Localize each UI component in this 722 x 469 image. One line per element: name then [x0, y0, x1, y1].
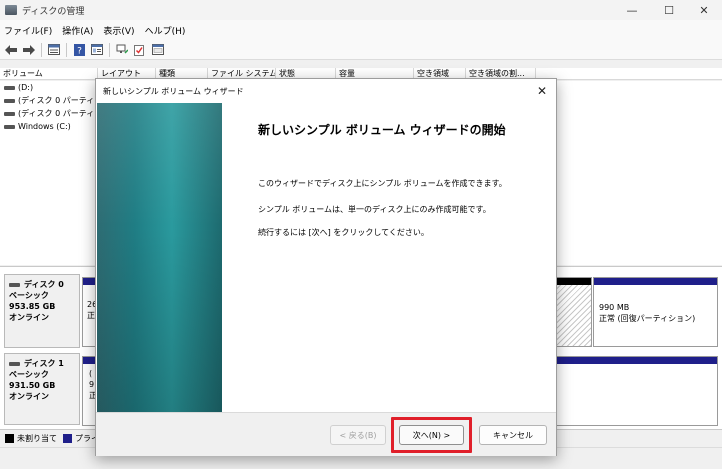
toolbar-separator: [66, 42, 67, 57]
partition-bar: [557, 278, 591, 285]
partition-bar: [557, 357, 717, 364]
disk-management-icon: [5, 5, 17, 15]
disk-0-name: ディスク 0: [24, 280, 64, 289]
disk-0-hatched-partition[interactable]: [556, 277, 592, 347]
close-button[interactable]: ✕: [686, 0, 722, 20]
primary-partition-swatch: [63, 434, 72, 443]
wizard-footer: < 戻る(B) 次へ(N) > キャンセル: [96, 412, 556, 456]
legend-unallocated: 未割り当て: [17, 434, 57, 443]
drive-icon: [4, 111, 15, 116]
disk-1-status: オンライン: [9, 392, 49, 401]
toolbar-separator: [41, 42, 42, 57]
wizard-paragraph-3: 続行するには [次へ] をクリックしてください。: [258, 228, 429, 237]
drive-icon: [4, 98, 15, 103]
wizard-close-button[interactable]: ✕: [532, 81, 552, 101]
cancel-button[interactable]: キャンセル: [479, 425, 547, 445]
wizard-paragraph-1: このウィザードでディスク上にシンプル ボリュームを作成できます。: [258, 179, 507, 188]
drive-icon: [4, 124, 15, 129]
minimize-button[interactable]: —: [614, 0, 650, 20]
back-icon[interactable]: [4, 43, 18, 57]
disk-icon: [9, 282, 20, 287]
next-button[interactable]: 次へ(N) >: [399, 425, 464, 445]
connect-icon[interactable]: [115, 43, 129, 57]
list-view-icon[interactable]: [47, 43, 61, 57]
toolbar: ?: [0, 40, 722, 60]
menu-bar: ファイル(F) 操作(A) 表示(V) ヘルプ(H): [0, 20, 722, 40]
toolbar-separator: [109, 42, 110, 57]
wizard-heading: 新しいシンプル ボリューム ウィザードの開始: [258, 123, 506, 137]
disk-0-type: ベーシック: [9, 291, 49, 300]
check-icon[interactable]: [133, 43, 147, 57]
disk-0-status: オンライン: [9, 313, 49, 322]
menu-view[interactable]: 表示(V): [103, 24, 134, 37]
recovery-status: 正常 (回復パーティション): [599, 314, 696, 323]
back-button[interactable]: < 戻る(B): [330, 425, 386, 445]
disk-0-size: 953.85 GB: [9, 302, 56, 311]
disk-icon: [9, 361, 20, 366]
partition-text: 正: [87, 311, 95, 320]
maximize-button[interactable]: ☐: [651, 0, 687, 20]
volume-name: Windows (C:): [18, 122, 71, 131]
disk-0-recovery-partition[interactable]: 990 MB 正常 (回復パーティション): [593, 277, 718, 347]
window-title: ディスクの管理: [22, 6, 85, 17]
disk-0-label[interactable]: ディスク 0 ベーシック 953.85 GB オンライン: [4, 274, 80, 348]
menu-file[interactable]: ファイル(F): [4, 24, 52, 37]
unallocated-swatch: [5, 434, 14, 443]
partition-bar: [594, 278, 717, 285]
wizard-title: 新しいシンプル ボリューム ウィザード: [103, 86, 244, 96]
disk-1-size: 931.50 GB: [9, 381, 56, 390]
help-icon[interactable]: ?: [72, 43, 86, 57]
recovery-size: 990 MB: [599, 303, 630, 312]
disk-1-name: ディスク 1: [24, 359, 64, 368]
volume-name: (D:): [18, 83, 34, 92]
forward-icon[interactable]: [22, 43, 36, 57]
disk-1-label[interactable]: ディスク 1 ベーシック 931.50 GB オンライン: [4, 353, 80, 425]
wizard-titlebar: 新しいシンプル ボリューム ウィザード: [96, 79, 556, 103]
wizard-paragraph-2: シンプル ボリュームは、単一のディスク上にのみ作成可能です。: [258, 205, 491, 214]
menu-action[interactable]: 操作(A): [62, 24, 93, 37]
partition-text: 26: [87, 300, 98, 309]
properties-icon[interactable]: [90, 43, 104, 57]
wizard-content: 新しいシンプル ボリューム ウィザードの開始 このウィザードでディスク上にシンプ…: [222, 103, 556, 412]
disk-1-partition-right[interactable]: [556, 356, 718, 426]
console-icon[interactable]: [151, 43, 165, 57]
drive-icon: [4, 85, 15, 90]
wizard-banner-image: [97, 103, 222, 412]
disk-1-type: ベーシック: [9, 370, 49, 379]
svg-text:?: ?: [77, 46, 82, 56]
menu-help[interactable]: ヘルプ(H): [145, 24, 186, 37]
column-volume[interactable]: ボリューム: [0, 68, 98, 79]
new-simple-volume-wizard: 新しいシンプル ボリューム ウィザード ✕ 新しいシンプル ボリューム ウィザー…: [95, 78, 557, 456]
